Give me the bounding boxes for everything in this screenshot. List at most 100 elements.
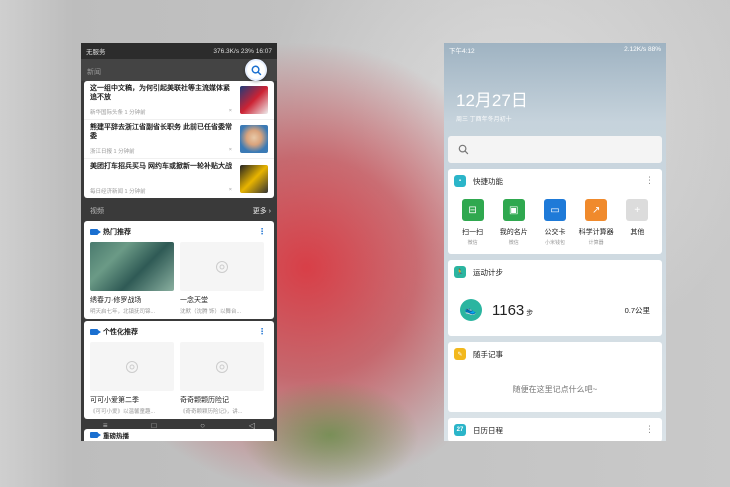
video-placeholder bbox=[180, 242, 264, 291]
video-item[interactable]: 可可小爱第二季 《可可小爱》以温馨童趣... bbox=[90, 342, 174, 415]
news-item[interactable]: 美团打车招兵买马 网约车或掀新一轮补贴大战 每日经济新闻 1 分钟前 × bbox=[84, 159, 274, 198]
quick-function-label: 公交卡 bbox=[544, 229, 566, 236]
shoe-icon: 👟 bbox=[460, 299, 482, 321]
quick-function-item[interactable]: ⊟ 扫一扫微信 bbox=[453, 199, 493, 246]
video-section-header: 视频 更多 › bbox=[81, 198, 277, 219]
video-placeholder bbox=[90, 342, 174, 391]
note-placeholder[interactable]: 随便在这里记点什么吧~ bbox=[448, 366, 662, 412]
quick-function-source: 微信 bbox=[467, 240, 478, 246]
placeholder-icon bbox=[216, 360, 228, 373]
status-right: 376.3K/s 23% 16:07 bbox=[213, 48, 272, 55]
news-thumbnail bbox=[240, 86, 268, 114]
hot-recommend-card: 热门推荐 ⋮ 绣春刀·修罗战场 明天启七年，北镇抚司锦... 一念天堂 沈默（沈… bbox=[84, 221, 274, 319]
video-item[interactable]: 奇奇颗颗历险记 《奇奇颗颗历险记》，讲... bbox=[180, 342, 264, 415]
quick-function-icon: ↗ bbox=[585, 199, 608, 221]
news-source: 新华国际头条 1 分钟前 bbox=[90, 110, 146, 116]
news-title: 美团打车招兵买马 网约车或掀新一轮补贴大战 bbox=[90, 163, 232, 170]
menu-nav-icon[interactable]: ≡ bbox=[103, 421, 108, 430]
news-source: 每日经济新闻 1 分钟前 bbox=[90, 189, 146, 195]
video-title: 绣春刀·修罗战场 bbox=[90, 297, 142, 304]
more-options-icon[interactable]: ⋮ bbox=[258, 327, 266, 336]
network-speed: 376.3K/s bbox=[213, 47, 240, 55]
battery-text: 88% bbox=[647, 46, 661, 53]
quick-function-icon: + bbox=[626, 199, 649, 221]
card-title: 个性化推荐 bbox=[103, 329, 138, 336]
video-desc: 《奇奇颗颗历险记》，讲... bbox=[180, 409, 243, 415]
card-title: 运动计步 bbox=[473, 267, 503, 277]
quick-function-source: 微信 bbox=[508, 240, 519, 246]
date-header: 12月27日 周三 丁酉年冬月初十 bbox=[444, 56, 666, 136]
quick-function-item[interactable]: + 其他 bbox=[617, 199, 657, 246]
clock-text: 下午4:12 bbox=[449, 47, 475, 55]
quick-function-icon: ▣ bbox=[502, 199, 525, 221]
video-desc: 沈默（沈腾 饰）以舞台... bbox=[180, 309, 242, 315]
home-nav-icon[interactable]: ○ bbox=[200, 421, 205, 430]
status-bar: 无服务 376.3K/s 23% 16:07 bbox=[81, 43, 277, 59]
recents-nav-icon[interactable]: □ bbox=[151, 421, 156, 430]
video-item[interactable]: 绣春刀·修罗战场 明天启七年，北镇抚司锦... bbox=[90, 242, 174, 315]
placeholder-icon bbox=[216, 260, 228, 273]
card-title: 日历日程 bbox=[473, 425, 503, 435]
dismiss-icon[interactable]: × bbox=[229, 108, 232, 116]
back-nav-icon[interactable]: ◁ bbox=[249, 421, 255, 430]
step-counter-card[interactable]: 🏃 运动计步 👟 1163 步 0.7公里 bbox=[448, 260, 662, 336]
quick-function-label: 扫一扫 bbox=[462, 229, 484, 236]
dismiss-icon[interactable]: × bbox=[229, 187, 232, 195]
search-bar[interactable] bbox=[448, 136, 662, 163]
quick-function-label: 其他 bbox=[630, 229, 645, 236]
more-options-icon[interactable]: ⋮ bbox=[258, 227, 266, 236]
card-title: 随手记事 bbox=[473, 349, 503, 359]
lunar-date: 周三 丁酉年冬月初十 bbox=[456, 117, 512, 123]
news-card: 这一组中文稿，为何引起美联社等主流媒体紧追不放 新华国际头条 1 分钟前 × 熊建… bbox=[84, 59, 274, 198]
step-distance: 0.7公里 bbox=[624, 305, 650, 315]
calendar-card[interactable]: 27 日历日程 ⋮ bbox=[448, 418, 662, 441]
quick-functions-card: ▪ 快捷功能 ⋮ ⊟ 扫一扫微信 ▣ 我的名片微信 ▭ 公交卡小米钱包 ↗ 科学计算器计算器 +… bbox=[448, 169, 662, 254]
video-icon bbox=[90, 432, 101, 438]
quick-function-source: 计算器 bbox=[588, 240, 604, 246]
news-item[interactable]: 熊建平辞去浙江省副省长职务 此前已任省委常委 浙江日报 1 分钟前 × bbox=[84, 120, 274, 159]
more-link[interactable]: 更多 › bbox=[253, 206, 271, 216]
quick-function-item[interactable]: ▣ 我的名片微信 bbox=[494, 199, 534, 246]
carrier-text: 无服务 bbox=[86, 49, 106, 56]
quick-function-icon: ▭ bbox=[543, 199, 566, 221]
news-item[interactable]: 这一组中文稿，为何引起美联社等主流媒体紧追不放 新华国际头条 1 分钟前 × bbox=[84, 81, 274, 120]
quick-function-label: 我的名片 bbox=[499, 229, 528, 236]
step-count: 1163 bbox=[492, 301, 525, 319]
network-speed: 2.12K/s bbox=[624, 46, 647, 53]
news-title: 熊建平辞去浙江省副省长职务 此前已任省委常委 bbox=[90, 124, 232, 140]
quick-function-item[interactable]: ▭ 公交卡小米钱包 bbox=[535, 199, 575, 246]
search-button[interactable] bbox=[245, 59, 267, 81]
quick-function-item[interactable]: ↗ 科学计算器计算器 bbox=[576, 199, 616, 246]
calendar-icon: 27 bbox=[454, 424, 466, 436]
video-icon bbox=[90, 329, 101, 335]
pencil-icon: ✎ bbox=[454, 348, 466, 360]
news-title: 这一组中文稿，为何引起美联社等主流媒体紧追不放 bbox=[90, 85, 230, 101]
quick-function-label: 科学计算器 bbox=[578, 229, 614, 236]
search-icon bbox=[251, 65, 261, 75]
video-title: 可可小爱第二季 bbox=[90, 397, 139, 404]
card-title: 热门推荐 bbox=[103, 229, 131, 236]
news-source: 浙江日报 1 分钟前 bbox=[90, 149, 135, 155]
card-title: 重磅热播 bbox=[103, 433, 129, 440]
video-thumbnail bbox=[90, 242, 174, 291]
notes-card[interactable]: ✎ 随手记事 随便在这里记点什么吧~ bbox=[448, 342, 662, 412]
news-thumbnail bbox=[240, 164, 268, 193]
step-unit: 步 bbox=[526, 309, 534, 317]
video-item[interactable]: 一念天堂 沈默（沈腾 饰）以舞台... bbox=[180, 242, 264, 315]
search-icon bbox=[458, 144, 469, 155]
quick-function-icon: ⊟ bbox=[461, 199, 484, 221]
running-icon: 🏃 bbox=[454, 266, 466, 278]
date-big: 12月27日 bbox=[456, 91, 528, 110]
quick-functions-icon: ▪ bbox=[454, 175, 466, 187]
video-title: 一念天堂 bbox=[180, 297, 208, 304]
video-placeholder bbox=[180, 342, 264, 391]
quick-functions-row: ⊟ 扫一扫微信 ▣ 我的名片微信 ▭ 公交卡小米钱包 ↗ 科学计算器计算器 + 其他 bbox=[448, 193, 662, 254]
more-options-icon[interactable]: ⋮ bbox=[645, 175, 654, 186]
battery-text: 23% bbox=[240, 47, 254, 55]
dismiss-icon[interactable]: × bbox=[229, 147, 232, 155]
video-icon bbox=[90, 229, 101, 235]
card-title: 快捷功能 bbox=[473, 176, 503, 186]
quick-function-source: 小米钱包 bbox=[544, 240, 565, 246]
more-options-icon[interactable]: ⋮ bbox=[645, 424, 654, 435]
placeholder-icon bbox=[126, 360, 138, 373]
